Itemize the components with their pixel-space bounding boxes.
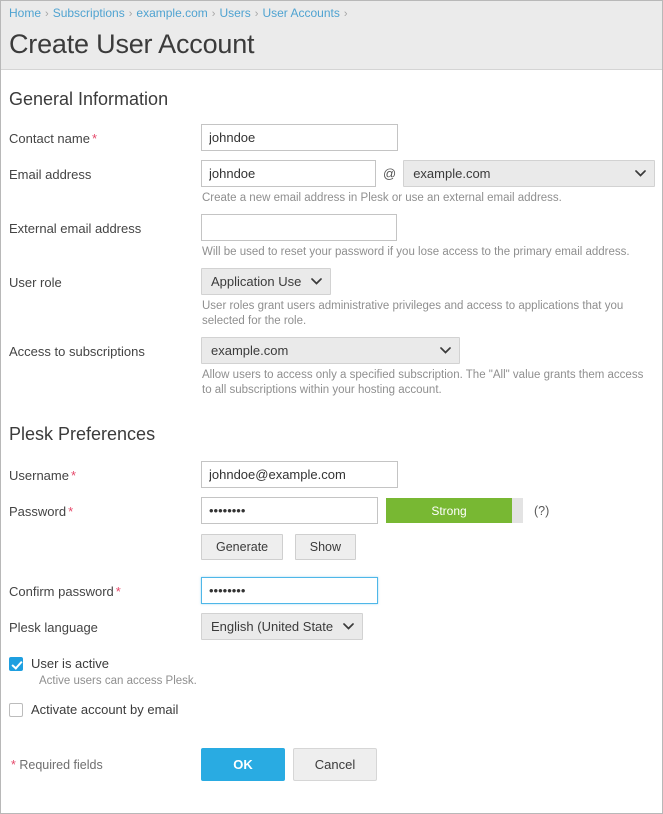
section-title-general-information: General Information <box>9 89 662 110</box>
label-access-subscriptions: Access to subscriptions <box>9 337 201 365</box>
field-row-user-role: User role Application User User roles gr… <box>1 268 662 329</box>
activate-account-by-email-label: Activate account by email <box>31 701 178 718</box>
label-password: Password* <box>9 497 201 525</box>
user-is-active-label: User is active <box>31 655 109 672</box>
required-asterisk: * <box>9 758 16 772</box>
cancel-button[interactable]: Cancel <box>293 748 377 781</box>
breadcrumb-item-subscriptions[interactable]: Subscriptions <box>53 6 125 20</box>
username-input[interactable] <box>201 461 398 488</box>
field-username <box>201 461 662 488</box>
password-strength-meter: Strong <box>386 498 523 523</box>
field-access-subscriptions: example.com Allow users to access only a… <box>201 337 662 398</box>
field-row-password: Password* Strong (?) Generate Show <box>1 497 662 569</box>
label-confirm-password: Confirm password* <box>9 577 201 605</box>
breadcrumb-item-home[interactable]: Home <box>9 6 41 20</box>
chevron-down-icon <box>343 623 354 630</box>
breadcrumb-item-user-accounts[interactable]: User Accounts <box>262 6 339 20</box>
field-password: Strong (?) Generate Show <box>201 497 662 569</box>
label-password-text: Password <box>9 504 66 519</box>
breadcrumb-separator-icon: › <box>208 8 220 20</box>
required-asterisk: * <box>69 468 76 483</box>
activate-account-by-email-checkbox[interactable] <box>9 703 23 717</box>
chevron-down-icon <box>311 278 322 285</box>
breadcrumb-item-example-com[interactable]: example.com <box>136 6 207 20</box>
show-password-button[interactable]: Show <box>295 534 356 560</box>
field-row-external-email: External email address Will be used to r… <box>1 214 662 260</box>
chevron-down-icon <box>635 170 646 177</box>
hint-user-is-active: Active users can access Plesk. <box>31 675 662 687</box>
hint-access-subscriptions: Allow users to access only a specified s… <box>202 368 654 398</box>
checkbox-row-activate-by-email[interactable]: Activate account by email <box>1 701 662 718</box>
email-address-line: @ example.com <box>201 160 662 187</box>
breadcrumb-separator-icon: › <box>251 8 263 20</box>
plesk-language-select[interactable]: English (United States) <box>201 613 363 640</box>
ok-button[interactable]: OK <box>201 748 285 781</box>
access-subscriptions-select-value: example.com <box>211 343 288 358</box>
section-title-plesk-preferences: Plesk Preferences <box>9 424 662 445</box>
at-symbol-icon: @ <box>376 166 403 181</box>
label-email-address: Email address <box>9 160 201 188</box>
required-fields-note-text: Required fields <box>16 758 103 772</box>
external-email-input[interactable] <box>201 214 397 241</box>
field-row-contact-name: Contact name* <box>1 124 662 152</box>
page-header: Home›Subscriptions›example.com›Users›Use… <box>1 1 662 70</box>
label-user-role: User role <box>9 268 201 296</box>
field-external-email: Will be used to reset your password if y… <box>201 214 662 260</box>
field-contact-name <box>201 124 662 151</box>
page-title: Create User Account <box>9 27 662 61</box>
generate-password-button[interactable]: Generate <box>201 534 283 560</box>
label-username: Username* <box>9 461 201 489</box>
label-contact-name: Contact name* <box>9 124 201 152</box>
user-role-select[interactable]: Application User <box>201 268 331 295</box>
form-footer: * Required fields OK Cancel <box>1 748 662 781</box>
required-asterisk: * <box>114 584 121 599</box>
hint-email-address: Create a new email address in Plesk or u… <box>202 191 654 206</box>
breadcrumb-separator-icon: › <box>125 8 137 20</box>
password-strength-fill: Strong <box>386 498 512 523</box>
password-strength-label: Strong <box>431 504 466 518</box>
password-input[interactable] <box>201 497 378 524</box>
contact-name-input[interactable] <box>201 124 398 151</box>
form-body: General Information Contact name* Email … <box>1 89 662 781</box>
password-actions: Generate Show <box>201 534 662 560</box>
checkbox-row-user-is-active[interactable]: User is active <box>1 655 662 672</box>
email-domain-select-value: example.com <box>413 166 490 181</box>
access-subscriptions-select[interactable]: example.com <box>201 337 460 364</box>
email-domain-select[interactable]: example.com <box>403 160 655 187</box>
breadcrumb: Home›Subscriptions›example.com›Users›Use… <box>1 4 662 24</box>
field-plesk-language: English (United States) <box>201 613 662 640</box>
email-local-part-input[interactable] <box>201 160 376 187</box>
required-asterisk: * <box>90 131 97 146</box>
breadcrumb-separator-icon: › <box>41 8 53 20</box>
create-user-account-page: Home›Subscriptions›example.com›Users›Use… <box>0 0 663 814</box>
hint-user-role: User roles grant users administrative pr… <box>202 299 654 329</box>
field-email-address: @ example.com Create a new email address… <box>201 160 662 206</box>
breadcrumb-item-users[interactable]: Users <box>219 6 250 20</box>
user-is-active-checkbox[interactable] <box>9 657 23 671</box>
field-row-plesk-language: Plesk language English (United States) <box>1 613 662 641</box>
plesk-language-select-value: English (United States) <box>211 619 333 634</box>
label-external-email: External email address <box>9 214 201 242</box>
required-asterisk: * <box>66 504 73 519</box>
required-fields-note: * Required fields <box>9 758 201 772</box>
label-plesk-language: Plesk language <box>9 613 201 641</box>
field-user-role: Application User User roles grant users … <box>201 268 662 329</box>
field-row-email-address: Email address @ example.com Create a new… <box>1 160 662 206</box>
hint-external-email: Will be used to reset your password if y… <box>202 245 654 260</box>
breadcrumb-separator-icon: › <box>340 8 352 20</box>
field-row-access-subscriptions: Access to subscriptions example.com Allo… <box>1 337 662 398</box>
field-confirm-password <box>201 577 662 604</box>
label-contact-name-text: Contact name <box>9 131 90 146</box>
field-row-username: Username* <box>1 461 662 489</box>
user-role-select-value: Application User <box>211 274 301 289</box>
password-line: Strong (?) <box>201 497 662 524</box>
chevron-down-icon <box>440 347 451 354</box>
password-help-icon[interactable]: (?) <box>534 504 549 518</box>
label-confirm-password-text: Confirm password <box>9 584 114 599</box>
label-username-text: Username <box>9 468 69 483</box>
confirm-password-input[interactable] <box>201 577 378 604</box>
field-row-confirm-password: Confirm password* <box>1 577 662 605</box>
